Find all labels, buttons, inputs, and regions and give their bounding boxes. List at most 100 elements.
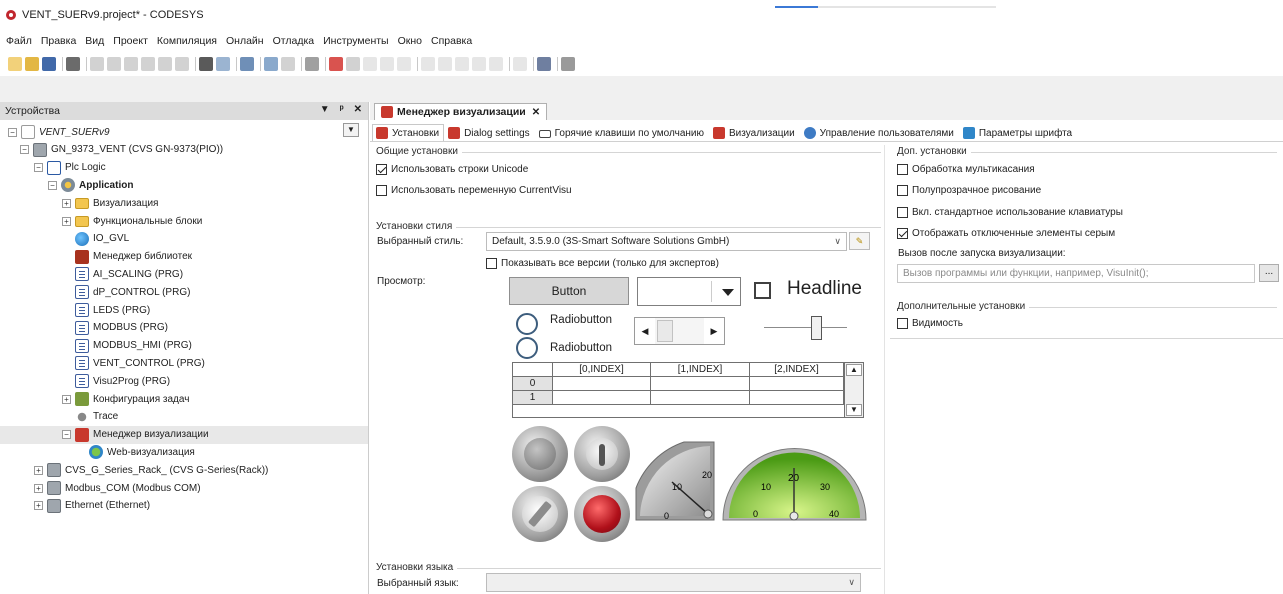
tree-item[interactable]: + Ethernet (Ethernet) bbox=[0, 497, 368, 515]
checkbox-box[interactable] bbox=[897, 207, 908, 218]
call-after-start-input[interactable]: Вызов программы или функции, например, V… bbox=[897, 264, 1255, 283]
tree-item[interactable]: + Визуализация bbox=[0, 194, 368, 212]
collapse-icon[interactable]: − bbox=[34, 163, 43, 173]
collapse-icon[interactable]: − bbox=[62, 430, 71, 440]
tree-item[interactable]: MODBUS_HMI (PRG) bbox=[0, 337, 368, 355]
language-select[interactable]: ∨ bbox=[486, 573, 861, 592]
tree-item[interactable]: dP_CONTROL (PRG) bbox=[0, 283, 368, 301]
subtab-font-params[interactable]: Параметры шрифта bbox=[959, 124, 1077, 141]
step-into-icon[interactable] bbox=[438, 57, 452, 71]
run-icon[interactable] bbox=[363, 57, 377, 71]
step-out-icon[interactable] bbox=[455, 57, 469, 71]
tree-item[interactable]: + Функциональные блоки bbox=[0, 212, 368, 230]
open-file-icon[interactable] bbox=[25, 57, 39, 71]
tree-item[interactable]: AI_SCALING (PRG) bbox=[0, 265, 368, 283]
pin-icon[interactable]: ᵖ bbox=[340, 104, 344, 115]
collapse-icon[interactable]: − bbox=[48, 180, 57, 190]
menu-file[interactable]: Файл bbox=[6, 35, 32, 47]
logout-icon[interactable] bbox=[346, 57, 360, 71]
expand-icon[interactable]: + bbox=[34, 465, 43, 475]
tab-visu-manager[interactable]: Менеджер визуализации ✕ bbox=[374, 103, 548, 120]
menu-view[interactable]: Вид bbox=[85, 35, 104, 47]
device-settings-icon[interactable] bbox=[305, 57, 319, 71]
add-folder-icon[interactable] bbox=[281, 57, 295, 71]
run-to-cursor-icon[interactable] bbox=[472, 57, 486, 71]
tree-item[interactable]: Trace bbox=[0, 408, 368, 426]
tree-item[interactable]: IO_GVL bbox=[0, 230, 368, 248]
tree-item[interactable]: + Конфигурация задач bbox=[0, 390, 368, 408]
semitransparent-checkbox[interactable]: Полупрозрачное рисование bbox=[897, 185, 1041, 196]
build-icon[interactable] bbox=[240, 57, 254, 71]
checkbox-box[interactable] bbox=[897, 164, 908, 175]
expand-icon[interactable]: + bbox=[62, 198, 71, 208]
replace-icon[interactable] bbox=[216, 57, 230, 71]
tree-item[interactable]: − Application bbox=[0, 176, 368, 194]
tree-item[interactable]: − GN_9373_VENT (CVS GN-9373(PIO)) bbox=[0, 141, 368, 159]
tree-item[interactable]: LEDS (PRG) bbox=[0, 301, 368, 319]
multitouch-checkbox[interactable]: Обработка мультикасания bbox=[897, 164, 1035, 175]
collapse-icon[interactable]: − bbox=[8, 127, 17, 137]
copy-icon[interactable] bbox=[141, 57, 155, 71]
menu-debug[interactable]: Отладка bbox=[273, 35, 315, 47]
tree-item[interactable]: + CVS_G_Series_Rack_ (CVS G-Series(Rack)) bbox=[0, 461, 368, 479]
keyboard-checkbox[interactable]: Вкл. стандартное использование клавиатур… bbox=[897, 207, 1123, 218]
tree-dropdown-button[interactable]: ▼ bbox=[343, 123, 359, 137]
style-select[interactable]: Default, 3.5.9.0 (3S-Smart Software Solu… bbox=[486, 232, 847, 251]
save-icon[interactable] bbox=[42, 57, 56, 71]
tree-item[interactable]: Менеджер библиотек bbox=[0, 248, 368, 266]
subtab-settings[interactable]: Установки bbox=[372, 124, 445, 141]
visibility-checkbox[interactable]: Видимость bbox=[897, 318, 963, 329]
stop-icon[interactable] bbox=[380, 57, 394, 71]
redo-icon[interactable] bbox=[107, 57, 121, 71]
reset-icon[interactable] bbox=[397, 57, 411, 71]
tree-item[interactable]: Web-визуализация bbox=[0, 443, 368, 461]
tree-item[interactable]: MODBUS (PRG) bbox=[0, 319, 368, 337]
close-icon[interactable]: ✕ bbox=[354, 104, 362, 115]
subtab-hotkeys[interactable]: Горячие клавиши по умолчанию bbox=[535, 124, 709, 141]
menu-project[interactable]: Проект bbox=[113, 35, 148, 47]
subtab-dialog-settings[interactable]: Dialog settings bbox=[444, 124, 535, 141]
menu-tools[interactable]: Инструменты bbox=[323, 35, 388, 47]
step-over-icon[interactable] bbox=[421, 57, 435, 71]
breakpoint-icon[interactable] bbox=[489, 57, 503, 71]
disabled-gray-checkbox[interactable]: Отображать отключенные элементы серым bbox=[897, 228, 1115, 239]
unicode-checkbox[interactable]: Использовать строки Unicode bbox=[376, 164, 528, 175]
tree-item[interactable]: − Менеджер визуализации bbox=[0, 425, 368, 444]
new-file-icon[interactable] bbox=[8, 57, 22, 71]
add-object-icon[interactable] bbox=[264, 57, 278, 71]
currentvisu-checkbox[interactable]: Использовать переменную CurrentVisu bbox=[376, 185, 572, 196]
menu-online[interactable]: Онлайн bbox=[226, 35, 264, 47]
login-icon[interactable] bbox=[329, 57, 343, 71]
menu-help[interactable]: Справка bbox=[431, 35, 472, 47]
checkbox-box[interactable] bbox=[897, 228, 908, 239]
tree-item[interactable]: VENT_CONTROL (PRG) bbox=[0, 354, 368, 372]
show-all-versions-checkbox[interactable]: Показывать все версии (только для экспер… bbox=[486, 258, 719, 269]
tree-item[interactable]: − VENT_SUERv9 bbox=[0, 123, 368, 141]
expand-icon[interactable]: + bbox=[62, 216, 71, 226]
checkbox-box[interactable] bbox=[897, 185, 908, 196]
delete-icon[interactable] bbox=[175, 57, 189, 71]
print-icon[interactable] bbox=[66, 57, 80, 71]
menu-window[interactable]: Окно bbox=[398, 35, 422, 47]
find-icon[interactable] bbox=[199, 57, 213, 71]
tree-item[interactable]: Visu2Prog (PRG) bbox=[0, 372, 368, 390]
close-tab-icon[interactable]: ✕ bbox=[532, 107, 540, 118]
grid-icon[interactable] bbox=[537, 57, 551, 71]
expand-icon[interactable]: + bbox=[34, 501, 43, 511]
expand-icon[interactable]: + bbox=[62, 394, 71, 404]
expand-icon[interactable]: + bbox=[34, 483, 43, 493]
checkbox-box[interactable] bbox=[376, 164, 387, 175]
menu-edit[interactable]: Правка bbox=[41, 35, 76, 47]
write-values-icon[interactable] bbox=[513, 57, 527, 71]
cut-icon[interactable] bbox=[124, 57, 138, 71]
paste-icon[interactable] bbox=[158, 57, 172, 71]
checkbox-box[interactable] bbox=[897, 318, 908, 329]
collapse-icon[interactable]: − bbox=[20, 145, 29, 155]
browse-button[interactable]: ... bbox=[1259, 264, 1279, 282]
checkbox-box[interactable] bbox=[376, 185, 387, 196]
undo-icon[interactable] bbox=[90, 57, 104, 71]
toolbar-options-icon[interactable] bbox=[561, 57, 575, 71]
checkbox-box[interactable] bbox=[486, 258, 497, 269]
tree-item[interactable]: − Plc Logic bbox=[0, 159, 368, 177]
subtab-visualizations[interactable]: Визуализации bbox=[709, 124, 800, 141]
